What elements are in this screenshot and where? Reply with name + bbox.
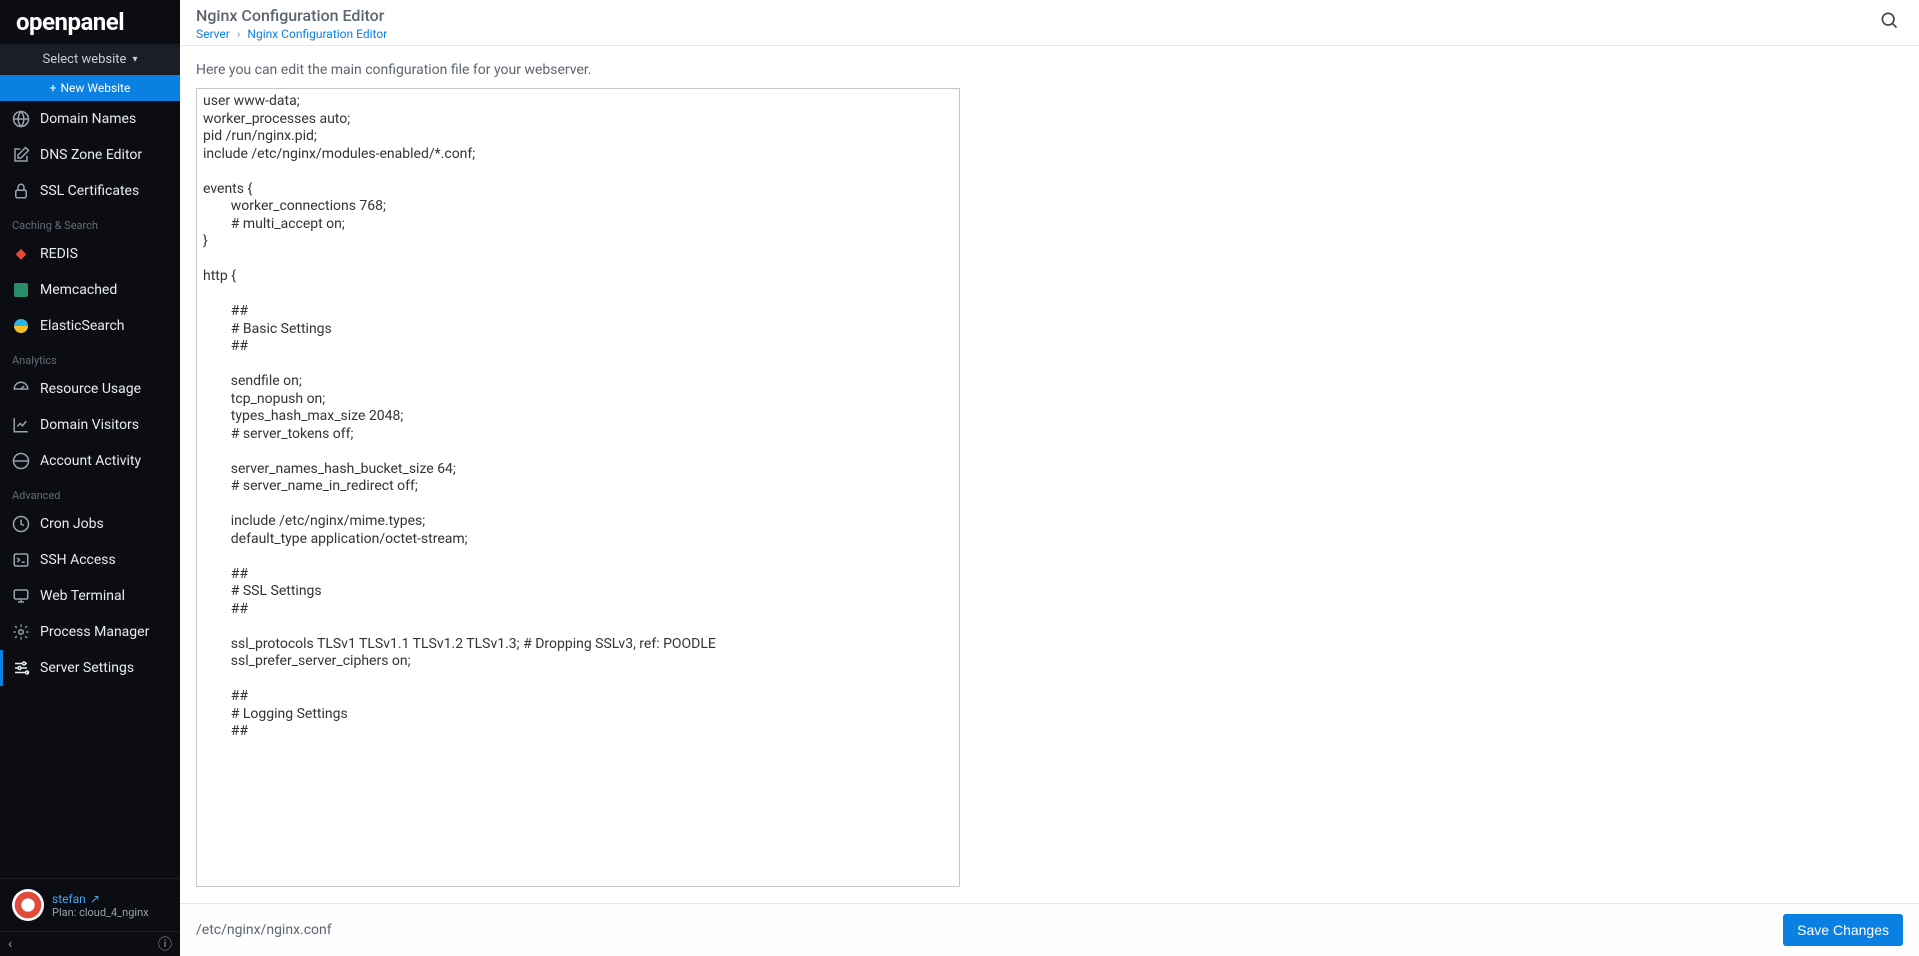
sidebar-item-ssh-access[interactable]: SSH Access bbox=[0, 542, 180, 578]
user-footer: stefan ↗ Plan: cloud_4_nginx bbox=[0, 878, 180, 931]
sidebar-item-cron-jobs[interactable]: Cron Jobs bbox=[0, 506, 180, 542]
sidebar-item-account-activity[interactable]: Account Activity bbox=[0, 443, 180, 479]
collapse-sidebar-button[interactable]: ‹ bbox=[8, 936, 12, 952]
chevron-down-icon: ▾ bbox=[132, 54, 137, 65]
sidebar-item-label: Resource Usage bbox=[40, 381, 141, 397]
avatar-icon bbox=[12, 889, 44, 921]
brand-logo: openpanel bbox=[0, 0, 180, 44]
topbar: Nginx Configuration Editor Server › Ngin… bbox=[180, 0, 1919, 45]
sidebar-item-memcached[interactable]: Memcached bbox=[0, 272, 180, 308]
edit-icon bbox=[12, 146, 30, 164]
sidebar-item-resource-usage[interactable]: Resource Usage bbox=[0, 371, 180, 407]
user-plan: Plan: cloud_4_nginx bbox=[52, 906, 149, 919]
sidebar-item-domain-visitors[interactable]: Domain Visitors bbox=[0, 407, 180, 443]
config-editor[interactable] bbox=[196, 88, 960, 887]
plus-icon: + bbox=[50, 81, 57, 95]
new-website-label: New Website bbox=[60, 81, 130, 95]
search-button[interactable] bbox=[1875, 6, 1903, 38]
sidebar-item-label: DNS Zone Editor bbox=[40, 147, 142, 163]
gauge-icon bbox=[12, 380, 30, 398]
sidebar-section-caching: Caching & Search bbox=[0, 209, 180, 236]
website-selector[interactable]: Select website ▾ bbox=[0, 44, 180, 75]
sidebar-nav: Domain Names DNS Zone Editor SSL Certifi… bbox=[0, 101, 180, 878]
sidebar-item-dns-zone-editor[interactable]: DNS Zone Editor bbox=[0, 137, 180, 173]
chart-icon bbox=[12, 416, 30, 434]
breadcrumb-current: Nginx Configuration Editor bbox=[247, 27, 387, 41]
monitor-icon bbox=[12, 587, 30, 605]
sidebar-item-label: Cron Jobs bbox=[40, 516, 104, 532]
lock-icon bbox=[12, 182, 30, 200]
sidebar-item-label: Memcached bbox=[40, 282, 117, 298]
world-icon bbox=[12, 452, 30, 470]
sidebar-item-label: Web Terminal bbox=[40, 588, 125, 604]
sidebar-item-label: Domain Names bbox=[40, 111, 136, 127]
sidebar-item-label: Process Manager bbox=[40, 624, 149, 640]
terminal-icon bbox=[12, 551, 30, 569]
sidebar-item-ssl-certificates[interactable]: SSL Certificates bbox=[0, 173, 180, 209]
intro-text: Here you can edit the main configuration… bbox=[196, 62, 1903, 78]
sidebar-item-label: SSH Access bbox=[40, 552, 116, 568]
sidebar-item-redis[interactable]: ◆ REDIS bbox=[0, 236, 180, 272]
sidebar-section-analytics: Analytics bbox=[0, 344, 180, 371]
globe-icon bbox=[12, 110, 30, 128]
clock-icon bbox=[12, 515, 30, 533]
new-website-button[interactable]: + New Website bbox=[0, 75, 180, 101]
user-name-link[interactable]: stefan ↗ bbox=[52, 892, 149, 906]
search-icon bbox=[1879, 10, 1899, 30]
sidebar-item-label: REDIS bbox=[40, 246, 78, 262]
gear-icon bbox=[12, 623, 30, 641]
breadcrumb-root[interactable]: Server bbox=[196, 27, 230, 41]
main-content: Nginx Configuration Editor Server › Ngin… bbox=[180, 0, 1919, 956]
info-icon[interactable]: ⓘ bbox=[158, 934, 172, 954]
external-link-icon: ↗ bbox=[90, 892, 100, 906]
sidebar-item-process-manager[interactable]: Process Manager bbox=[0, 614, 180, 650]
sidebar-item-server-settings[interactable]: Server Settings bbox=[0, 650, 180, 686]
sidebar-item-elasticsearch[interactable]: ElasticSearch bbox=[0, 308, 180, 344]
sidebar-item-label: ElasticSearch bbox=[40, 318, 125, 334]
chevron-right-icon: › bbox=[237, 27, 241, 41]
sidebar-item-web-terminal[interactable]: Web Terminal bbox=[0, 578, 180, 614]
sidebar-item-label: SSL Certificates bbox=[40, 183, 139, 199]
memcached-icon bbox=[12, 281, 30, 299]
sidebar: openpanel Select website ▾ + New Website… bbox=[0, 0, 180, 956]
sidebar-item-label: Server Settings bbox=[40, 660, 134, 676]
sidebar-bottom-bar: ‹ ⓘ bbox=[0, 931, 180, 956]
avatar[interactable] bbox=[12, 889, 44, 921]
file-path: /etc/nginx/nginx.conf bbox=[196, 922, 332, 938]
sidebar-item-domain-names[interactable]: Domain Names bbox=[0, 101, 180, 137]
user-name-text: stefan bbox=[52, 892, 86, 906]
content-area: Here you can edit the main configuration… bbox=[180, 45, 1919, 903]
page-title: Nginx Configuration Editor bbox=[196, 6, 387, 25]
elasticsearch-icon bbox=[12, 317, 30, 335]
breadcrumb: Server › Nginx Configuration Editor bbox=[196, 27, 387, 41]
sidebar-item-label: Domain Visitors bbox=[40, 417, 139, 433]
sliders-icon bbox=[12, 659, 30, 677]
footer-bar: /etc/nginx/nginx.conf Save Changes bbox=[180, 903, 1919, 956]
sidebar-item-label: Account Activity bbox=[40, 453, 141, 469]
redis-icon: ◆ bbox=[12, 245, 30, 263]
website-selector-label: Select website bbox=[43, 52, 127, 67]
sidebar-section-advanced: Advanced bbox=[0, 479, 180, 506]
save-button[interactable]: Save Changes bbox=[1783, 914, 1903, 946]
